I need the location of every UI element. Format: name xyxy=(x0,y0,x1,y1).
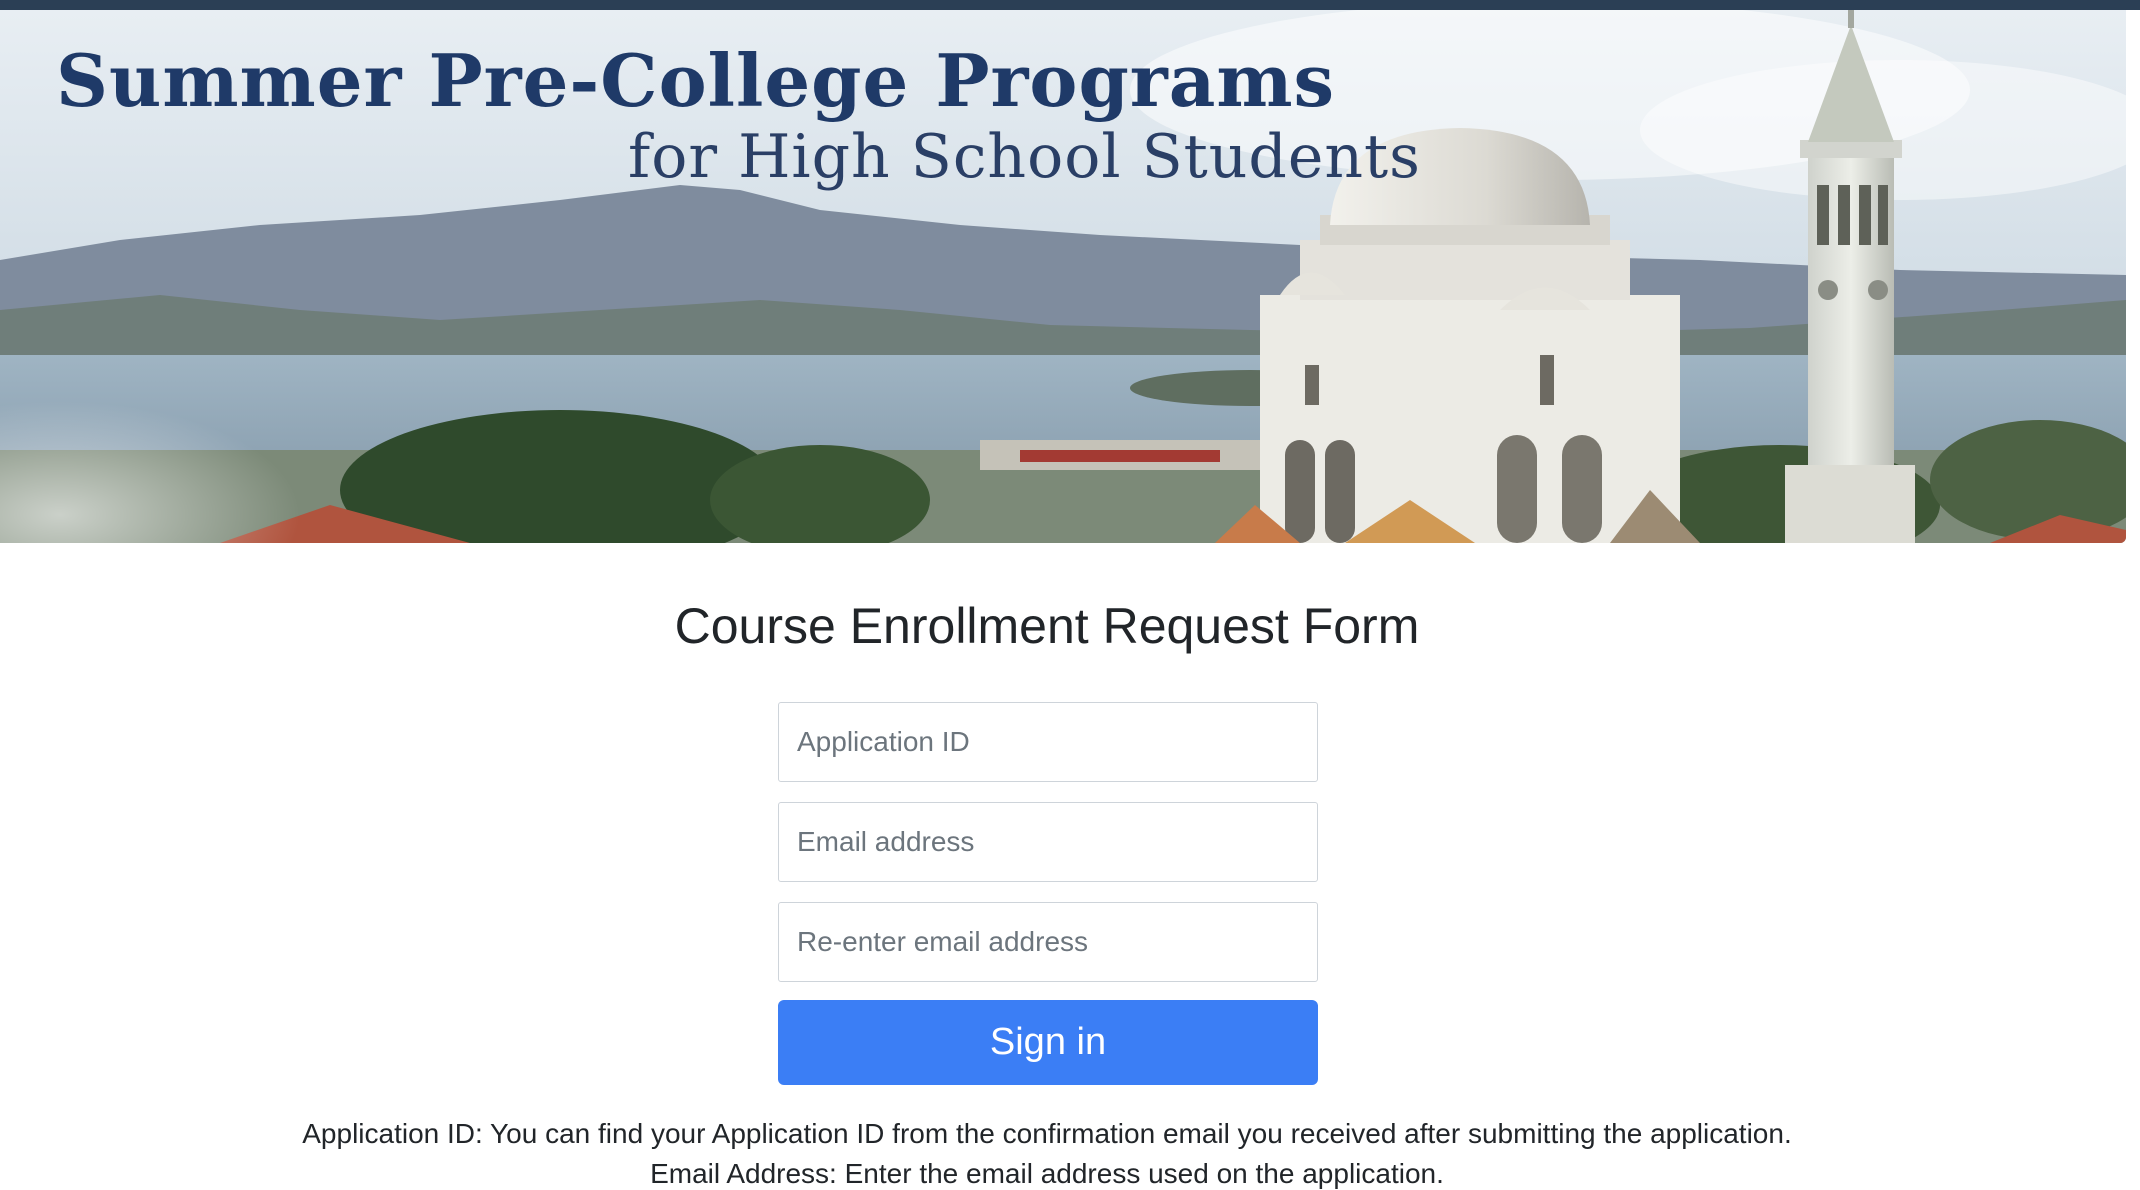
application-id-input[interactable] xyxy=(778,702,1318,782)
sign-in-button[interactable]: Sign in xyxy=(778,1000,1318,1085)
header-banner: Summer Pre-College Programs for High Sch… xyxy=(0,10,2126,543)
banner-subtitle: for High School Students xyxy=(628,122,1421,192)
email-input[interactable] xyxy=(778,802,1318,882)
email-confirm-input[interactable] xyxy=(778,902,1318,982)
banner-title: Summer Pre-College Programs xyxy=(56,38,1336,123)
top-bar xyxy=(0,0,2140,10)
email-help-text: Email Address: Enter the email address u… xyxy=(650,1158,1444,1189)
application-id-help-text: Application ID: You can find your Applic… xyxy=(302,1118,1792,1149)
form-title: Course Enrollment Request Form xyxy=(674,598,1420,654)
